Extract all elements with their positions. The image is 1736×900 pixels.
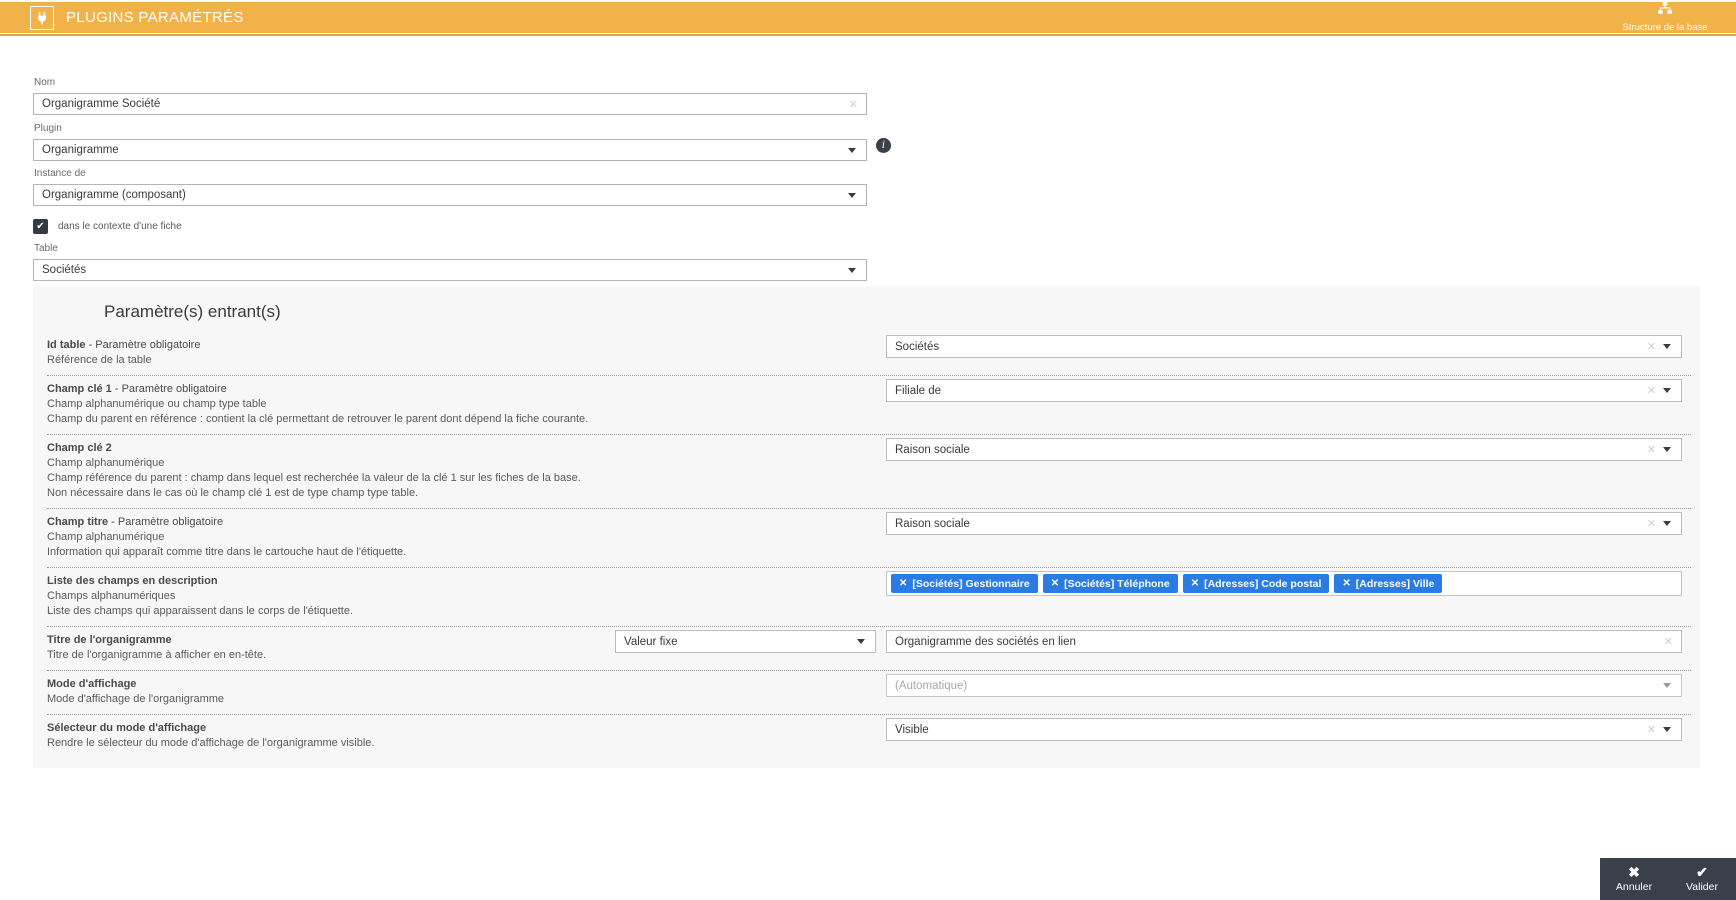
param-row-liste-champs: Liste des champs en description Champs a…	[47, 568, 1691, 627]
parameters-panel: Paramètre(s) entrant(s) Id table - Param…	[33, 286, 1700, 768]
param-title: Champ clé 2	[47, 442, 112, 454]
nom-value: Organigramme Société	[42, 98, 161, 110]
param-row-id-table: Id table - Paramètre obligatoire Référen…	[47, 332, 1691, 376]
chip-societes-gestionnaire[interactable]: ✕ [Sociétés] Gestionnaire	[891, 574, 1038, 593]
chevron-down-icon	[848, 192, 856, 198]
table-label: Table	[34, 243, 58, 254]
sitemap-icon	[1658, 2, 1672, 20]
param-title: Mode d'affichage	[47, 678, 137, 690]
chip-remove-icon[interactable]: ✕	[1342, 578, 1350, 589]
table-value: Sociétés	[42, 264, 87, 276]
champ-cle-1-select[interactable]: Filiale de ✕	[886, 379, 1682, 402]
plugin-select[interactable]: Organigramme	[33, 139, 867, 161]
clear-icon[interactable]: ✕	[1647, 384, 1656, 397]
nom-input[interactable]: Organigramme Société ✕	[33, 93, 867, 115]
chevron-down-icon	[1663, 388, 1671, 393]
chip-remove-icon[interactable]: ✕	[899, 578, 907, 589]
titre-mode-select[interactable]: Valeur fixe	[615, 630, 876, 653]
param-description: Référence de la table	[47, 354, 152, 366]
structure-de-la-base-button[interactable]: Structure de la base	[1610, 2, 1720, 33]
param-title: Champ titre - Paramètre obligatoire	[47, 516, 224, 528]
info-icon[interactable]: i	[876, 138, 891, 153]
instance-value: Organigramme (composant)	[42, 189, 186, 201]
param-description: Champ référence du parent : champ dans l…	[47, 472, 581, 484]
validate-check-icon: ✔	[1696, 864, 1708, 880]
plugin-value: Organigramme	[42, 144, 119, 156]
param-description: Mode d'affichage de l'organigramme	[47, 693, 225, 705]
chip-remove-icon[interactable]: ✕	[1051, 578, 1059, 589]
chevron-down-icon	[1663, 521, 1671, 526]
param-description: Champs alphanumériques	[47, 590, 176, 602]
champ-cle-2-select[interactable]: Raison sociale ✕	[886, 438, 1682, 461]
section-title: Paramètre(s) entrant(s)	[104, 302, 281, 321]
main-content: Nom Organigramme Société ✕ Plugin Organi…	[0, 36, 1736, 768]
plug-icon	[30, 5, 54, 30]
clear-icon[interactable]: ✕	[1647, 723, 1656, 736]
instance-select[interactable]: Organigramme (composant)	[33, 184, 867, 206]
structure-label: Structure de la base	[1622, 22, 1708, 33]
selecteur-mode-select[interactable]: Visible ✕	[886, 718, 1682, 741]
chip-societes-telephone[interactable]: ✕ [Sociétés] Téléphone	[1042, 574, 1178, 593]
param-description: Champ alphanumérique	[47, 457, 165, 469]
param-row-champ-cle-2: Champ clé 2 Champ alphanumérique Champ r…	[47, 435, 1691, 509]
param-description: Champ alphanumérique ou champ type table	[47, 398, 267, 410]
mode-affichage-select: (Automatique)	[886, 674, 1682, 697]
chevron-down-icon	[848, 267, 856, 273]
header-bar: PLUGINS PARAMÉTRÉS Structure de la base	[0, 2, 1736, 33]
param-description: Champ alphanumérique	[47, 531, 165, 543]
clear-icon[interactable]: ✕	[1647, 340, 1656, 353]
param-description: Non nécessaire dans le cas où le champ c…	[47, 487, 419, 499]
chevron-down-icon	[848, 147, 856, 153]
context-checkbox-row: ✔ dans le contexte d'une fiche	[33, 219, 867, 234]
clear-icon[interactable]: ✕	[849, 98, 858, 111]
chip-adresses-code-postal[interactable]: ✕ [Adresses] Code postal	[1182, 574, 1330, 593]
chevron-down-icon	[1663, 447, 1671, 452]
chevron-down-icon	[1663, 727, 1671, 732]
nom-label: Nom	[34, 77, 56, 88]
validate-button[interactable]: ✔ Valider	[1668, 858, 1736, 900]
chevron-down-icon	[857, 639, 865, 644]
cancel-x-icon: ✖	[1628, 864, 1640, 880]
param-title: Sélecteur du mode d'affichage	[47, 722, 207, 734]
param-row-champ-cle-1: Champ clé 1 - Paramètre obligatoire Cham…	[47, 376, 1691, 435]
param-title: Liste des champs en description	[47, 575, 218, 587]
param-description: Champ du parent en référence : contient …	[47, 413, 589, 425]
cancel-button[interactable]: ✖ Annuler	[1600, 858, 1668, 900]
param-row-champ-titre: Champ titre - Paramètre obligatoire Cham…	[47, 509, 1691, 568]
param-title: Id table - Paramètre obligatoire	[47, 339, 201, 351]
param-row-mode-affichage: Mode d'affichage Mode d'affichage de l'o…	[47, 671, 1691, 715]
clear-icon[interactable]: ✕	[1647, 517, 1656, 530]
instance-label: Instance de	[34, 168, 86, 179]
clear-icon[interactable]: ✕	[1664, 635, 1673, 648]
context-checkbox-label: dans le contexte d'une fiche	[58, 221, 182, 232]
param-row-titre-organigramme: Titre de l'organigramme Titre de l'organ…	[47, 627, 1691, 671]
check-icon: ✔	[36, 221, 45, 232]
champ-titre-select[interactable]: Raison sociale ✕	[886, 512, 1682, 535]
chevron-down-icon	[1663, 683, 1671, 688]
page-title: PLUGINS PARAMÉTRÉS	[66, 9, 244, 26]
param-description: Liste des champs qui apparaissent dans l…	[47, 605, 354, 617]
titre-text-input[interactable]: Organigramme des sociétés en lien ✕	[886, 630, 1682, 653]
chevron-down-icon	[1663, 344, 1671, 349]
param-description: Information qui apparaît comme titre dan…	[47, 546, 407, 558]
chip-remove-icon[interactable]: ✕	[1191, 578, 1199, 589]
id-table-select[interactable]: Sociétés ✕	[886, 335, 1682, 358]
param-title: Champ clé 1 - Paramètre obligatoire	[47, 383, 227, 395]
param-row-selecteur-mode: Sélecteur du mode d'affichage Rendre le …	[47, 715, 1691, 758]
plugin-form: Nom Organigramme Société ✕ Plugin Organi…	[33, 77, 891, 281]
chip-adresses-ville[interactable]: ✕ [Adresses] Ville	[1334, 574, 1443, 593]
clear-icon[interactable]: ✕	[1647, 443, 1656, 456]
param-description: Rendre le sélecteur du mode d'affichage …	[47, 737, 375, 749]
table-select[interactable]: Sociétés	[33, 259, 867, 281]
context-checkbox[interactable]: ✔	[33, 219, 48, 234]
champs-description-multiselect[interactable]: ✕ [Sociétés] Gestionnaire ✕ [Sociétés] Tél…	[886, 571, 1682, 596]
plugin-label: Plugin	[34, 123, 62, 134]
footer-action-bar: ✖ Annuler ✔ Valider	[1600, 858, 1736, 900]
